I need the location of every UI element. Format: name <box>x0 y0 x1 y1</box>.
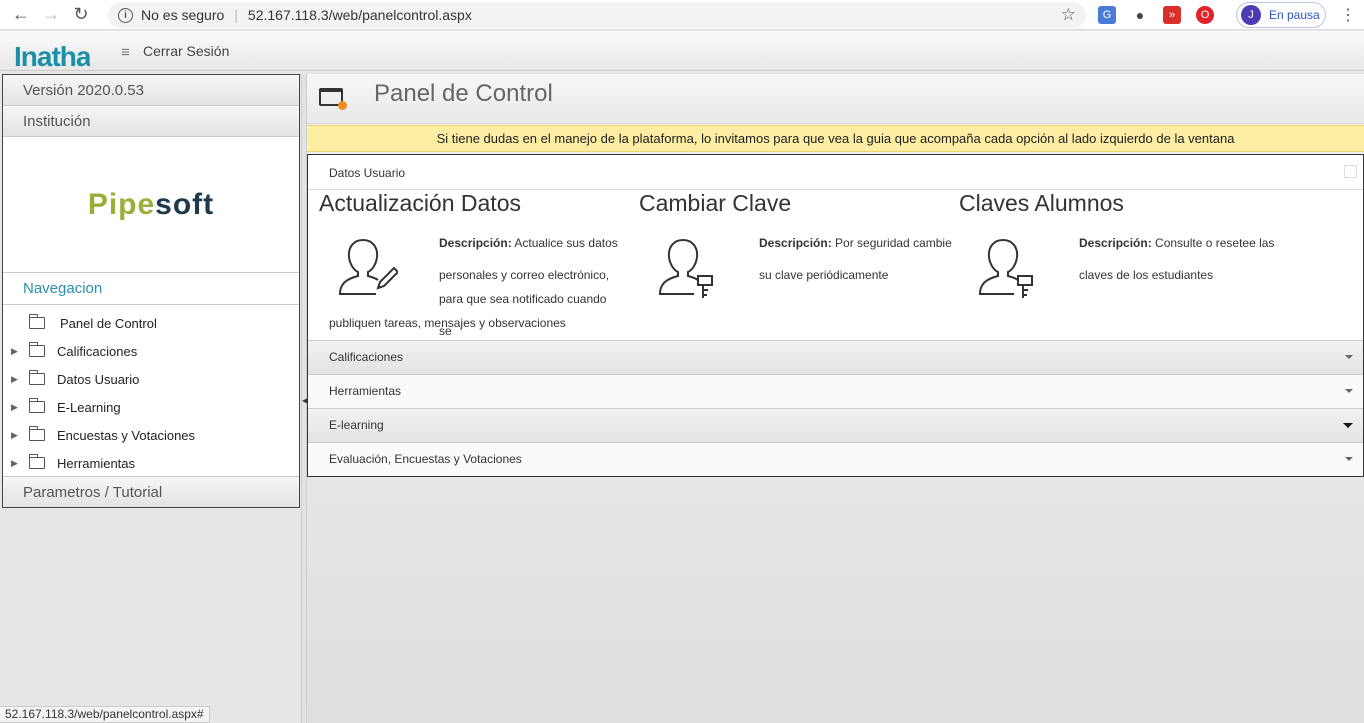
description-label: Descripción: <box>439 236 512 250</box>
tree-item-label: Datos Usuario <box>57 371 140 387</box>
card-title[interactable]: Claves Alumnos <box>959 190 1124 217</box>
expand-triangle-icon[interactable]: ▶ <box>11 374 25 385</box>
navigation-header[interactable]: Navegacion <box>3 273 299 305</box>
forward-button[interactable]: → <box>36 0 66 30</box>
tree-item-label: Herramientas <box>57 455 136 471</box>
institution-logo: Pipesoft <box>87 187 215 221</box>
section-header-calificaciones[interactable]: Calificaciones <box>308 340 1363 374</box>
bookmark-star-icon[interactable]: ☆ <box>1061 5 1076 25</box>
tree-item-encuestas[interactable]: ▶ Encuestas y Votaciones <box>3 421 299 449</box>
section-header-label: Datos Usuario <box>329 166 406 180</box>
collapse-toggle-icon[interactable] <box>1344 165 1357 178</box>
card-description: Descripción: Por seguridad cambie <box>759 227 952 259</box>
page-header: Panel de Control <box>307 74 1364 124</box>
card-actualizacion-datos: Actualización Datos Descripción: Actuali… <box>308 190 618 340</box>
app-logo[interactable]: Inatha <box>14 42 90 71</box>
browser-menu-icon[interactable]: ⋮ <box>1340 5 1356 25</box>
user-key-icon[interactable] <box>968 232 1038 302</box>
section-header-datos-usuario[interactable]: Datos Usuario <box>308 155 1363 190</box>
hamburger-menu-icon[interactable]: ≡ <box>121 44 130 61</box>
tree-item-datos-usuario[interactable]: ▶ Datos Usuario <box>3 365 299 393</box>
card-title[interactable]: Cambiar Clave <box>639 190 791 217</box>
card-cambiar-clave: Cambiar Clave Descripción: Por seguridad… <box>628 190 952 340</box>
section-header-label: Calificaciones <box>329 350 404 364</box>
folder-icon <box>29 426 45 441</box>
url-separator: | <box>234 7 238 23</box>
user-key-icon[interactable] <box>648 232 718 302</box>
section-header-label: E-learning <box>329 418 384 432</box>
chevron-down-icon[interactable] <box>1345 389 1353 393</box>
address-bar[interactable]: i No es seguro | 52.167.118.3/web/panelc… <box>108 2 1086 28</box>
tree-item-panel-de-control[interactable]: Panel de Control <box>3 309 299 337</box>
url-text[interactable]: 52.167.118.3/web/panelcontrol.aspx <box>248 7 472 23</box>
user-edit-icon[interactable] <box>328 232 398 302</box>
tree-item-calificaciones[interactable]: ▶ Calificaciones <box>3 337 299 365</box>
description-label: Descripción: <box>759 236 832 250</box>
opera-extension-icon[interactable]: O <box>1196 6 1214 24</box>
expand-triangle-icon[interactable]: ▶ <box>11 346 25 357</box>
description-text: Por seguridad cambie <box>831 236 952 250</box>
folder-icon <box>29 454 45 469</box>
tree-item-label: Calificaciones <box>57 343 138 359</box>
browser-toolbar: ← → ↻ i No es seguro | 52.167.118.3/web/… <box>0 0 1364 30</box>
description-text: Consulte o resetee las <box>1151 236 1275 250</box>
card-description: Descripción: Consulte o resetee las <box>1079 227 1274 259</box>
gear-icon <box>338 101 347 110</box>
security-label: No es seguro <box>141 7 225 23</box>
back-button[interactable]: ← <box>6 0 36 30</box>
sidebar: Versión 2020.0.53 Institución Pipesoft N… <box>2 74 300 508</box>
description-text: claves de los estudiantes <box>1079 268 1214 282</box>
reload-button[interactable]: ↻ <box>66 0 96 30</box>
card-title[interactable]: Actualización Datos <box>319 190 521 217</box>
chevron-down-icon[interactable] <box>1345 355 1353 359</box>
help-notice-banner: Si tiene dudas en el manejo de la plataf… <box>307 125 1364 152</box>
profile-status: En pausa <box>1269 8 1320 22</box>
tree-item-herramientas[interactable]: ▶ Herramientas <box>3 449 299 477</box>
chevron-down-icon[interactable] <box>1345 457 1353 461</box>
navigation-tree: Panel de Control ▶ Calificaciones ▶ Dato… <box>3 305 299 477</box>
expand-triangle-icon[interactable]: ▶ <box>11 430 25 441</box>
institution-logo-area: Pipesoft <box>3 137 299 273</box>
main-content: Panel de Control Si tiene dudas en el ma… <box>307 74 1364 723</box>
description-text: su clave periódicamente <box>759 268 889 282</box>
section-header-herramientas[interactable]: Herramientas <box>308 374 1363 408</box>
expand-triangle-icon[interactable]: ▶ <box>11 402 25 413</box>
institution-logo-part-1: Pipe <box>87 187 156 221</box>
fastforward-extension-icon[interactable]: » <box>1163 6 1181 24</box>
section-header-label: Evaluación, Encuestas y Votaciones <box>329 452 522 466</box>
folder-icon <box>29 398 45 413</box>
card-claves-alumnos: Claves Alumnos Descripción: Consulte o r… <box>948 190 1274 340</box>
page-title: Panel de Control <box>374 80 553 107</box>
section-header-e-learning[interactable]: E-learning <box>308 408 1363 442</box>
card-description: Descripción: Actualice sus datos <box>439 227 618 259</box>
avatar: J <box>1241 5 1261 25</box>
description-text: Actualice sus datos <box>511 236 618 250</box>
accordion-panel: Datos Usuario Actualización Datos Descri… <box>307 154 1364 477</box>
folder-icon <box>29 314 45 329</box>
description-label: Descripción: <box>1079 236 1152 250</box>
version-header[interactable]: Versión 2020.0.53 <box>3 75 299 106</box>
tree-item-e-learning[interactable]: ▶ E-Learning <box>3 393 299 421</box>
folder-icon <box>29 342 45 357</box>
expand-triangle-icon[interactable]: ▶ <box>11 458 25 469</box>
institution-header[interactable]: Institución <box>3 106 299 137</box>
status-bar-url: 52.167.118.3/web/panelcontrol.aspx# <box>0 706 210 723</box>
info-icon[interactable]: i <box>118 7 133 23</box>
app-header: Inatha ≡ Cerrar Sesión <box>0 31 1364 71</box>
section-header-evaluacion[interactable]: Evaluación, Encuestas y Votaciones <box>308 442 1363 476</box>
lightbulb-extension-icon[interactable]: ● <box>1131 6 1149 24</box>
tree-item-label: E-Learning <box>57 399 121 415</box>
section-header-label: Herramientas <box>329 384 402 398</box>
chevron-down-icon[interactable] <box>1343 423 1353 428</box>
folder-icon <box>29 370 45 385</box>
translate-extension-icon[interactable]: G <box>1098 6 1116 24</box>
institution-logo-part-2: soft <box>155 187 215 221</box>
params-tutorial-header[interactable]: Parametros / Tutorial <box>3 476 299 507</box>
description-text: publiquen tareas, mensajes y observacion… <box>329 316 566 330</box>
profile-button[interactable]: J En pausa <box>1236 2 1326 28</box>
tree-item-label: Encuestas y Votaciones <box>57 427 196 443</box>
tree-item-label: Panel de Control <box>60 315 157 331</box>
logout-link[interactable]: Cerrar Sesión <box>143 43 229 59</box>
